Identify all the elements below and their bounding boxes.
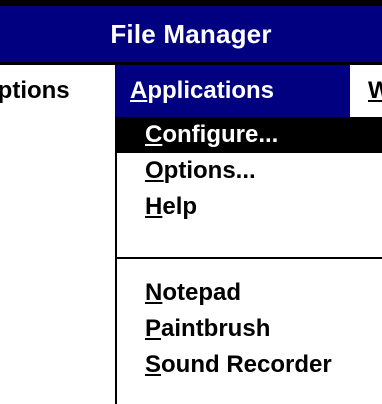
menu-item-options-label: ptions... <box>163 157 256 184</box>
menu-window-container: W <box>368 65 382 117</box>
menu-separator <box>117 257 382 259</box>
menu-applications-mnemonic: A <box>130 77 148 104</box>
title-bar[interactable]: File Manager <box>0 6 382 62</box>
menu-bar: Options Applications W <box>0 65 382 117</box>
menu-item-sound-recorder-label: ound Recorder <box>161 351 332 378</box>
menu-item-paintbrush[interactable]: Paintbrush <box>117 311 382 347</box>
window-title: File Manager <box>110 19 272 49</box>
menu-item-configure[interactable]: Configure... <box>117 117 382 153</box>
menu-options[interactable]: Options <box>0 65 70 117</box>
menu-item-paintbrush-label: aintbrush <box>161 315 271 342</box>
menu-item-options-mnemonic: O <box>145 157 164 184</box>
menu-item-options[interactable]: Options... <box>117 153 382 189</box>
menu-window[interactable]: W <box>368 65 382 117</box>
menu-item-help[interactable]: Help <box>117 189 382 225</box>
menu-applications[interactable]: Applications <box>115 65 350 117</box>
menu-item-help-label: elp <box>162 193 198 220</box>
applications-dropdown: Configure... Options... Help Notepad Pai… <box>115 117 382 404</box>
menu-item-paintbrush-mnemonic: P <box>145 315 162 342</box>
menu-item-configure-label: onfigure... <box>162 121 279 148</box>
file-manager-window: File Manager Options Applications W Conf… <box>0 0 382 404</box>
menu-item-notepad[interactable]: Notepad <box>117 275 382 311</box>
menu-item-notepad-mnemonic: N <box>145 279 163 306</box>
menu-item-sound-recorder-mnemonic: S <box>145 351 162 378</box>
menu-item-configure-mnemonic: C <box>145 121 163 148</box>
menu-options-container: Options <box>0 65 100 117</box>
menu-applications-label: pplications <box>147 77 275 104</box>
menu-item-sound-recorder[interactable]: Sound Recorder <box>117 347 382 383</box>
menu-item-help-mnemonic: H <box>145 193 163 220</box>
menu-item-notepad-label: otepad <box>162 279 242 306</box>
